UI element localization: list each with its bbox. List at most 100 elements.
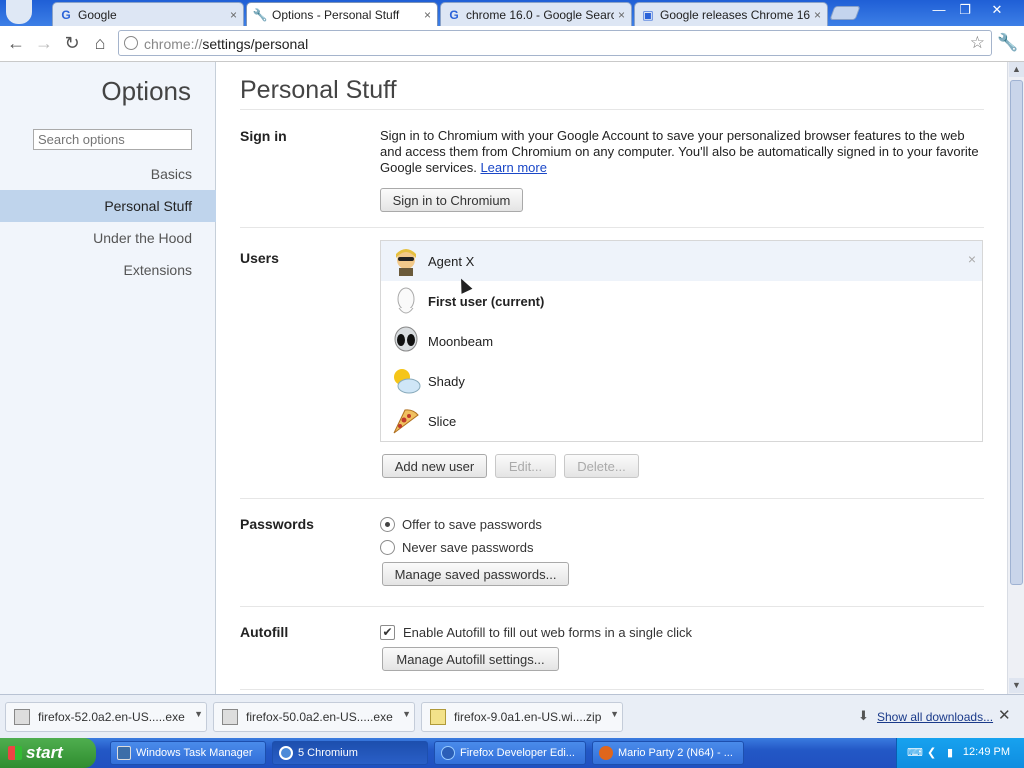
bookmark-star-icon[interactable]: ☆ (970, 33, 985, 53)
sidebar-item-under-the-hood[interactable]: Under the Hood (0, 222, 216, 254)
offer-save-passwords-label[interactable]: Offer to save passwords (402, 517, 542, 532)
search-options-input[interactable] (33, 129, 192, 150)
user-row-agent-x[interactable]: Agent X × (381, 241, 982, 281)
home-icon[interactable]: ⌂ (89, 32, 111, 54)
enable-autofill-label[interactable]: Enable Autofill to fill out web forms in… (403, 625, 692, 640)
sidebar-item-basics[interactable]: Basics (0, 158, 216, 190)
page-title: Personal Stuff (240, 76, 397, 104)
installer-file-icon (14, 709, 30, 725)
user-name: First user (current) (428, 293, 545, 309)
delete-user-button[interactable]: Delete... (564, 454, 639, 478)
download-item[interactable]: firefox-52.0a2.en-US.....exe ▼ (5, 702, 207, 732)
vertical-scrollbar[interactable]: ▲ ▼ (1007, 62, 1024, 694)
keyboard-icon[interactable]: ⌨ (907, 746, 923, 759)
address-bar[interactable]: chrome://settings/personal ☆ (118, 30, 992, 56)
tab-title: chrome 16.0 - Google Search (466, 7, 614, 22)
tab-strip: G Google × 🔧 Options - Personal Stuff × … (0, 0, 1024, 27)
learn-more-link[interactable]: Learn more (480, 160, 546, 175)
tab-close-icon[interactable]: × (618, 8, 625, 22)
alien-avatar-icon (391, 326, 421, 356)
downloads-arrow-icon: ⬇ (858, 708, 869, 723)
windows-taskbar: start Windows Task Manager 5 Chromium Fi… (0, 738, 1024, 768)
sidebar-item-personal-stuff[interactable]: Personal Stuff (0, 190, 216, 222)
zip-file-icon (430, 709, 446, 725)
add-new-user-button[interactable]: Add new user (382, 454, 487, 478)
chromium-icon (279, 746, 293, 760)
section-label-users: Users (240, 250, 279, 266)
reload-icon[interactable]: ↻ (61, 32, 83, 54)
profile-avatar-icon[interactable] (6, 0, 32, 24)
tab-options-personal-stuff[interactable]: 🔧 Options - Personal Stuff × (246, 2, 438, 27)
tab-close-icon[interactable]: × (424, 8, 431, 22)
edit-user-button[interactable]: Edit... (495, 454, 556, 478)
user-name: Agent X (428, 253, 475, 269)
never-save-passwords-radio[interactable] (380, 540, 395, 555)
users-list: Agent X × First user (current) Moonbeam … (380, 240, 983, 442)
options-sidebar: Options Basics Personal Stuff Under the … (0, 62, 216, 694)
taskbar-clock[interactable]: 12:49 PM (963, 746, 1010, 758)
url-path: settings/personal (202, 36, 309, 52)
taskbar-item-mario-party[interactable]: Mario Party 2 (N64) - ... (592, 741, 744, 765)
show-all-downloads-link[interactable]: Show all downloads... (877, 710, 993, 724)
sidebar-item-extensions[interactable]: Extensions (0, 254, 216, 286)
wrench-icon: 🔧 (252, 8, 268, 22)
tab-title: Google releases Chrome 16 -- (660, 7, 810, 22)
close-shelf-icon[interactable]: ✕ (998, 706, 1011, 724)
scrollbar-thumb[interactable] (1010, 80, 1023, 585)
arrow-icon[interactable]: ❮ (927, 746, 939, 759)
task-label: Windows Task Manager (136, 747, 253, 759)
scroll-up-icon[interactable]: ▲ (1009, 62, 1024, 77)
firefox-icon (599, 746, 613, 760)
tab-google[interactable]: G Google × (52, 2, 244, 26)
user-row-shady[interactable]: Shady (381, 361, 982, 401)
user-name: Shady (428, 373, 465, 389)
divider (240, 689, 984, 690)
sign-in-button[interactable]: Sign in to Chromium (380, 188, 523, 212)
remove-user-icon[interactable]: × (968, 251, 976, 267)
offer-save-passwords-radio[interactable] (380, 517, 395, 532)
tab-close-icon[interactable]: × (230, 8, 237, 22)
windows-logo-icon (8, 746, 22, 760)
sign-in-description: Sign in to Chromium with your Google Acc… (380, 128, 988, 176)
manage-passwords-button[interactable]: Manage saved passwords... (382, 562, 569, 586)
user-row-moonbeam[interactable]: Moonbeam (381, 321, 982, 361)
divider (240, 227, 984, 228)
taskbar-item-task-manager[interactable]: Windows Task Manager (110, 741, 266, 765)
start-button[interactable]: start (0, 738, 96, 768)
back-arrow-icon[interactable]: ← (5, 32, 27, 54)
download-menu-caret-icon[interactable]: ▼ (402, 709, 411, 719)
network-icon[interactable]: ▮ (947, 746, 959, 759)
download-filename: firefox-52.0a2.en-US.....exe (38, 710, 185, 724)
user-name: Moonbeam (428, 333, 494, 349)
settings-main: Personal Stuff Sign in Sign in to Chromi… (217, 62, 1007, 694)
manage-autofill-button[interactable]: Manage Autofill settings... (382, 647, 559, 671)
scroll-down-icon[interactable]: ▼ (1009, 678, 1024, 693)
new-tab-button[interactable] (829, 6, 861, 20)
pizza-avatar-icon (391, 406, 421, 436)
restore-button[interactable]: ❐ (954, 2, 976, 18)
section-label-passwords: Passwords (240, 516, 314, 532)
forward-arrow-icon[interactable]: → (33, 32, 55, 54)
tab-title: Google (78, 7, 117, 22)
never-save-passwords-label[interactable]: Never save passwords (402, 540, 534, 555)
taskbar-item-firefox-dev[interactable]: Firefox Developer Edi... (434, 741, 586, 765)
task-label: Firefox Developer Edi... (460, 747, 575, 759)
google-g-icon: G (61, 7, 71, 22)
google-g-icon: G (449, 7, 459, 22)
close-window-button[interactable]: ✕ (986, 2, 1008, 18)
tab-google-search[interactable]: G chrome 16.0 - Google Search × (440, 2, 632, 26)
tab-close-icon[interactable]: × (814, 8, 821, 22)
tab-news-article[interactable]: ▣ Google releases Chrome 16 -- × (634, 2, 828, 26)
download-item[interactable]: firefox-50.0a2.en-US.....exe ▼ (213, 702, 415, 732)
minimize-button[interactable]: — (928, 2, 950, 18)
download-menu-caret-icon[interactable]: ▼ (610, 709, 619, 719)
download-item[interactable]: firefox-9.0a1.en-US.wi....zip ▼ (421, 702, 623, 732)
download-menu-caret-icon[interactable]: ▼ (194, 709, 203, 719)
sidebar-title: Options (101, 76, 191, 106)
taskbar-item-chromium[interactable]: 5 Chromium (272, 741, 428, 765)
task-label: 5 Chromium (298, 747, 358, 759)
wrench-menu-icon[interactable]: 🔧 (997, 32, 1019, 54)
enable-autofill-checkbox[interactable]: ✔ (380, 625, 395, 640)
divider (240, 498, 984, 499)
user-row-slice[interactable]: Slice (381, 401, 982, 441)
